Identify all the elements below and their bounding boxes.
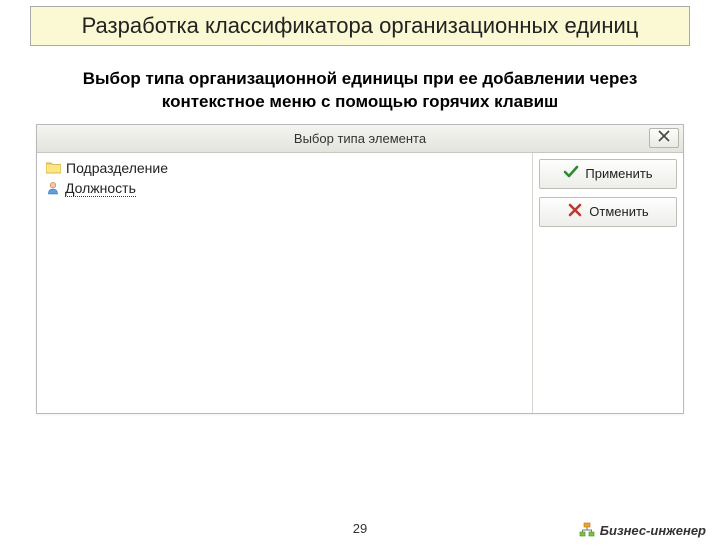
slide-subtitle: Выбор типа организационной единицы при е… [36, 68, 684, 114]
action-panel: Применить Отменить [533, 153, 683, 413]
list-item-subdivision[interactable]: Подразделение [43, 158, 526, 178]
dialog-window: Выбор типа элемента Подразделение [36, 124, 684, 414]
check-icon [563, 164, 579, 183]
cross-icon [567, 202, 583, 221]
close-button[interactable] [649, 128, 679, 148]
slide-title: Разработка классификатора организационны… [30, 6, 690, 46]
dialog-title: Выбор типа элемента [37, 131, 683, 146]
brand: Бизнес-инженер [579, 522, 706, 538]
page-number: 29 [353, 521, 367, 536]
cancel-button[interactable]: Отменить [539, 197, 677, 227]
person-icon [46, 181, 60, 195]
list-item-position[interactable]: Должность [43, 178, 526, 199]
folder-icon [46, 161, 61, 174]
list-item-label: Подразделение [66, 160, 168, 176]
brand-label: Бизнес-инженер [600, 523, 706, 538]
cancel-label: Отменить [589, 204, 648, 219]
list-item-label: Должность [65, 180, 136, 197]
apply-button[interactable]: Применить [539, 159, 677, 189]
org-chart-icon [579, 522, 595, 538]
dialog-body: Подразделение Должность Применить [37, 153, 683, 413]
item-list: Подразделение Должность [37, 153, 533, 413]
apply-label: Применить [585, 166, 652, 181]
close-icon [658, 129, 670, 147]
dialog-header: Выбор типа элемента [37, 125, 683, 153]
